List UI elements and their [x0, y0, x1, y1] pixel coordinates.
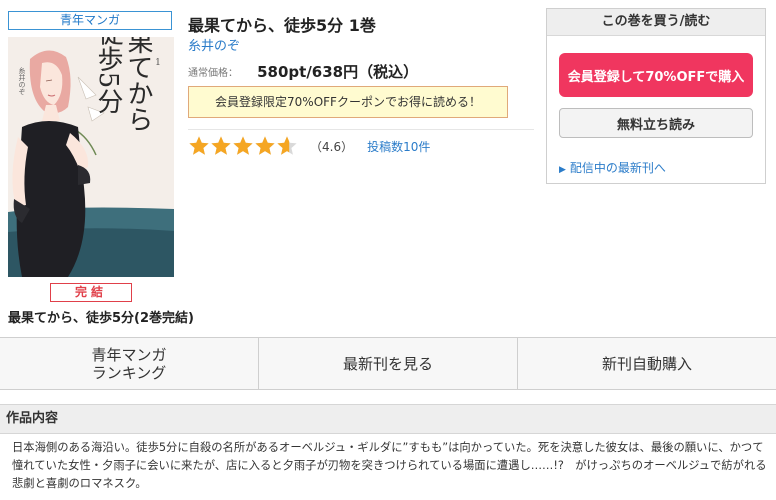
- cover-illustration: 1 最果てから 徒歩5分 糸井のぞ: [8, 37, 174, 277]
- book-cover-image[interactable]: 1 最果てから 徒歩5分 糸井のぞ: [8, 37, 174, 277]
- purchase-header: この巻を買う/読む: [547, 9, 765, 36]
- rating-stars: [188, 135, 298, 157]
- book-title: 最果てから、徒歩5分 1巻: [188, 16, 376, 35]
- author-link[interactable]: 糸井のぞ: [188, 35, 240, 54]
- rating-row: （4.6） 投稿数10件: [188, 135, 430, 157]
- divider: [188, 129, 534, 130]
- tab-auto-purchase[interactable]: 新刊自動購入: [518, 338, 776, 389]
- cover-author-vertical: 糸井のぞ: [18, 66, 26, 96]
- tab-label: 最新刊を見る: [342, 354, 433, 373]
- latest-volume-label: 配信中の最新刊へ: [569, 161, 666, 175]
- review-count-link[interactable]: 投稿数10件: [367, 138, 430, 155]
- cover-title-line-1: 最果てから: [123, 37, 153, 132]
- tab-label: 青年マンガ ランキング: [91, 345, 167, 382]
- cover-title-line-2: 徒歩5分: [93, 37, 123, 114]
- price-row: 通常価格： 580pt/638円（税込）: [188, 61, 418, 82]
- triangle-right-icon: ▶: [559, 165, 566, 175]
- star-icon: [255, 136, 275, 155]
- coupon-banner[interactable]: 会員登録限定70%OFFクーポンでお得に読める！: [188, 86, 508, 118]
- cover-volume-number: 1: [155, 58, 161, 68]
- free-read-button[interactable]: 無料立ち読み: [559, 108, 753, 138]
- tab-bar: 青年マンガ ランキング 最新刊を見る 新刊自動購入: [0, 337, 776, 390]
- star-icon: [277, 136, 297, 155]
- tab-latest-volume[interactable]: 最新刊を見る: [259, 338, 518, 389]
- rating-score: （4.6）: [310, 139, 354, 154]
- star-icon: [211, 136, 231, 155]
- complete-tag: 完結: [50, 283, 132, 302]
- star-icon: [189, 136, 209, 155]
- description-heading: 作品内容: [0, 404, 776, 434]
- genre-tag[interactable]: 青年マンガ: [8, 11, 172, 30]
- price-label: 通常価格：: [188, 68, 238, 79]
- star-icon: [233, 136, 253, 155]
- tab-label: 新刊自動購入: [601, 354, 692, 373]
- tab-seinen-ranking[interactable]: 青年マンガ ランキング: [0, 338, 259, 389]
- series-title: 最果てから、徒歩5分(2巻完結): [8, 311, 194, 326]
- description-text: 日本海側のある海沿い。徒歩5分に自殺の名所があるオーベルジュ・ギルダに”すもも”…: [12, 441, 767, 490]
- latest-volume-link[interactable]: ▶ 配信中の最新刊へ: [559, 159, 666, 176]
- price-value: 580pt/638円（税込）: [257, 63, 419, 81]
- register-purchase-button[interactable]: 会員登録して70%OFFで購入: [559, 53, 753, 97]
- purchase-box: この巻を買う/読む 会員登録して70%OFFで購入 無料立ち読み ▶ 配信中の最新…: [546, 8, 766, 184]
